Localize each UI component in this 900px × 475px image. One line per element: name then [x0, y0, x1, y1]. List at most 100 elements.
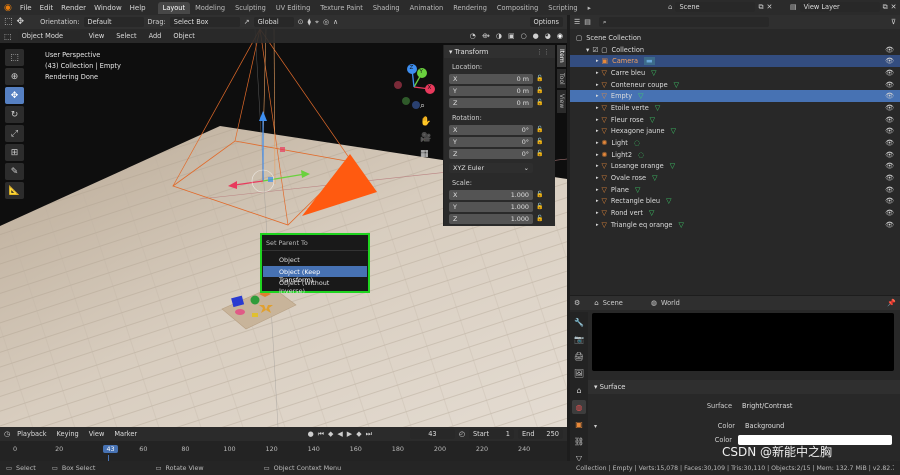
lock-icon[interactable]: 🔓	[536, 138, 543, 145]
eye-icon[interactable]: 👁	[885, 151, 894, 159]
outliner-row-rond-vert[interactable]: ▸ ▽ Rond vert ▽ 👁	[570, 207, 900, 219]
menu-playback[interactable]: Playback	[14, 429, 49, 439]
xray-icon[interactable]: ▣	[508, 32, 515, 40]
delete-scene-icon[interactable]: ✕	[766, 3, 772, 11]
eye-icon[interactable]: 👁	[885, 209, 894, 217]
rotate-icon[interactable]: ↻	[5, 106, 24, 123]
jump-end-icon[interactable]: ⏭	[366, 430, 372, 439]
menu-item-object[interactable]: Object	[263, 254, 367, 266]
location-x-field[interactable]: X0 m	[449, 73, 533, 84]
drag-dropdown[interactable]: Select Box	[169, 17, 240, 27]
falloff-icon[interactable]: ∧	[333, 18, 338, 26]
eye-icon[interactable]: 👁	[885, 186, 894, 194]
snap-target-icon[interactable]: ⌖	[315, 18, 319, 27]
timeline-ruler[interactable]: 0 20 43 60 80 100 120 140 160 180 200 220 240	[0, 441, 567, 461]
current-frame-field[interactable]: 43	[409, 429, 455, 439]
mesh-data-icon[interactable]: ▽	[666, 197, 671, 205]
scale-icon[interactable]: ⤢	[5, 125, 24, 142]
eye-icon[interactable]: 👁	[885, 57, 894, 65]
mesh-data-icon[interactable]: ▽	[670, 162, 675, 170]
surface-shader-field[interactable]: Bright/Contrast	[738, 401, 892, 411]
options-dropdown[interactable]: Options	[529, 17, 563, 27]
expand-arrow-icon[interactable]: ▸	[596, 117, 599, 123]
world-tab-icon[interactable]: ◍	[572, 400, 586, 414]
display-mode-icon[interactable]: ▤	[584, 18, 591, 26]
eye-icon[interactable]: 👁	[885, 92, 894, 100]
mesh-data-icon[interactable]: ▽	[674, 81, 679, 89]
lock-icon[interactable]: 🔓	[536, 75, 543, 82]
drag-handle-icon[interactable]: ⋮⋮	[536, 48, 550, 56]
expand-arrow-icon[interactable]: ▸	[596, 187, 599, 193]
outliner-row-triangle-eq-orange[interactable]: ▸ ▽ Triangle eq orange ▽ 👁	[570, 219, 900, 231]
proportional-edit-icon[interactable]: ◎	[323, 18, 329, 26]
annotate-icon[interactable]: ✎	[5, 163, 24, 180]
tree-row-collection[interactable]: ▾ ☑ ▢ Collection 👁	[570, 44, 900, 56]
expand-arrow-icon[interactable]: ▸	[596, 163, 599, 169]
outliner-row-hexagone-jaune[interactable]: ▸ ▽ Hexagone jaune ▽ 👁	[570, 126, 900, 138]
start-frame-field[interactable]: Start 1	[469, 429, 514, 439]
camera-data-icon[interactable]: ▬	[644, 57, 655, 66]
visibility-icon[interactable]: ◔	[470, 32, 476, 40]
menu-add[interactable]: Add	[146, 31, 165, 41]
eye-icon[interactable]: 👁	[885, 69, 894, 77]
workspace-tab-sculpting[interactable]: Sculpting	[230, 2, 271, 14]
measure-icon[interactable]: 📐	[5, 182, 24, 199]
solid-shading-icon[interactable]: ●	[533, 32, 539, 40]
render-tab-icon[interactable]: 📷	[572, 332, 586, 346]
outliner-search-input[interactable]: ⌕	[598, 17, 769, 27]
eye-icon[interactable]: 👁	[885, 104, 894, 112]
tool-tab-icon[interactable]: 🔧	[572, 315, 586, 329]
lock-icon[interactable]: 🔓	[536, 191, 543, 198]
workspace-tab-animation[interactable]: Animation	[405, 2, 449, 14]
outliner-row-carre-bleu[interactable]: ▸ ▽ Carre bleu ▽ 👁	[570, 67, 900, 79]
expand-arrow-icon[interactable]: ▸	[596, 93, 599, 99]
menu-select[interactable]: Select	[113, 31, 139, 41]
new-scene-icon[interactable]: ⧉	[758, 3, 763, 12]
outliner-row-light[interactable]: ▸ ✺ Light ◌ 👁	[570, 137, 900, 149]
gizmo-toggle-icon[interactable]: ⟴	[482, 32, 490, 40]
current-frame-indicator[interactable]: 43	[103, 445, 118, 453]
transform-panel-header[interactable]: ▾ Transform ⋮⋮	[444, 45, 555, 58]
scene-breadcrumb[interactable]: Scene	[603, 299, 623, 307]
pan-hand-icon[interactable]: ✋	[420, 117, 431, 127]
menu-help[interactable]: Help	[126, 4, 150, 12]
tab-tool[interactable]: Tool	[557, 68, 566, 89]
tree-row-scene-collection[interactable]: ▢ Scene Collection	[570, 32, 900, 44]
outliner-row-empty[interactable]: ▸ ▽ Empty ▽ 👁	[570, 90, 900, 103]
menu-object[interactable]: Object	[170, 31, 197, 41]
view-layer-field[interactable]: View Layer	[799, 2, 880, 12]
outliner-row-losange-orange[interactable]: ▸ ▽ Losange orange ▽ 👁	[570, 161, 900, 173]
snap-icon[interactable]: ⧫	[308, 18, 311, 26]
filter-icon[interactable]: ⊽	[891, 18, 896, 26]
move-icon[interactable]: ✥	[5, 87, 24, 104]
menu-view[interactable]: View	[86, 31, 108, 41]
expand-arrow-icon[interactable]: ▸	[596, 128, 599, 134]
workspace-tab-scripting[interactable]: Scripting	[543, 2, 582, 14]
expand-arrow-icon[interactable]: ▸	[596, 140, 599, 146]
lock-icon[interactable]: 🔓	[536, 126, 543, 133]
next-key-icon[interactable]: ◆	[356, 430, 361, 438]
orientation-dropdown[interactable]: Default	[83, 17, 144, 27]
select-box-icon[interactable]: ⬚	[5, 49, 24, 66]
menu-item-object-keep-transform[interactable]: Object (Keep Transform)	[263, 265, 367, 284]
expand-arrow-icon[interactable]: ▸	[596, 210, 599, 216]
pivot-icon[interactable]: ⊙	[298, 18, 304, 26]
menu-view-timeline[interactable]: View	[86, 429, 108, 439]
material-shading-icon[interactable]: ◕	[545, 32, 551, 40]
eye-icon[interactable]: 👁	[885, 174, 894, 182]
pin-icon[interactable]: 📌	[887, 299, 896, 307]
mesh-data-icon[interactable]: ▽	[635, 186, 640, 194]
rotation-y-field[interactable]: Y 0°	[449, 136, 533, 147]
outliner-row-fleur-rose[interactable]: ▸ ▽ Fleur rose ▽ 👁	[570, 114, 900, 126]
checkbox-icon[interactable]: ☑	[592, 46, 598, 54]
mesh-data-icon[interactable]: ▽	[651, 69, 656, 77]
lock-icon[interactable]: 🔓	[536, 215, 543, 222]
prev-key-icon[interactable]: ◆	[328, 430, 333, 438]
output-tab-icon[interactable]: 🖨	[572, 349, 586, 363]
transform-tool-icon[interactable]: ✥	[17, 17, 25, 27]
workspace-tab-texture-paint[interactable]: Texture Paint	[315, 2, 368, 14]
outliner-row-ovale-rose[interactable]: ▸ ▽ Ovale rose ▽ 👁	[570, 172, 900, 184]
expand-arrow-icon[interactable]: ▸	[596, 58, 599, 64]
expand-arrow-icon[interactable]: ▸	[596, 152, 599, 158]
rotation-z-field[interactable]: Z 0°	[449, 148, 533, 159]
